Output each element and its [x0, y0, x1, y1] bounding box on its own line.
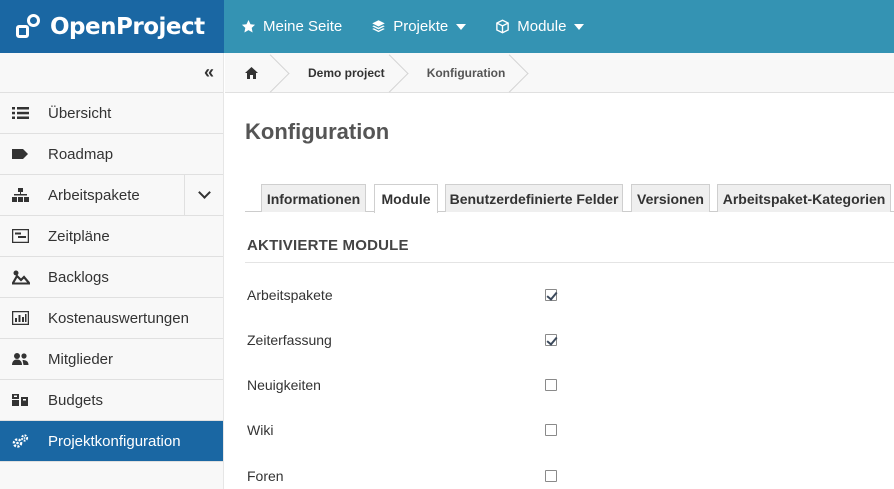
module-row: Neuigkeiten — [247, 375, 847, 395]
tab-versionen[interactable]: Versionen — [631, 184, 710, 212]
top-header: OpenProject Meine Seite Projekte Module — [0, 0, 894, 53]
module-checkbox[interactable] — [545, 289, 557, 301]
main-content: Konfiguration Informationen Module Benut… — [245, 93, 894, 484]
logo[interactable]: OpenProject — [0, 0, 224, 53]
page-title: Konfiguration — [245, 119, 390, 144]
topnav-label: Meine Seite — [263, 18, 343, 35]
timeline-icon — [0, 229, 48, 243]
breadcrumb-current: Konfiguration — [407, 53, 528, 93]
layers-icon — [370, 19, 386, 34]
breadcrumb-home[interactable] — [225, 53, 288, 93]
cube-icon — [494, 19, 510, 34]
top-nav: Meine Seite Projekte Module — [224, 0, 598, 53]
sidebar-item-zeitplaene[interactable]: Zeitpläne — [0, 216, 223, 257]
module-label: Zeiterfassung — [247, 332, 332, 348]
sidebar-item-uebersicht[interactable]: Übersicht — [0, 93, 223, 134]
topnav-label: Module — [517, 18, 567, 35]
sidebar-collapse-row: « — [0, 53, 223, 93]
openproject-logo-icon — [14, 13, 42, 41]
module-row: Foren — [247, 466, 847, 486]
gears-icon — [0, 433, 48, 449]
sidebar-item-label: Übersicht — [48, 104, 112, 122]
module-label: Foren — [247, 468, 284, 484]
sidebar-item-label: Kostenauswertungen — [48, 309, 189, 327]
sidebar: « Übersicht Roadmap Arbeitspakete Zeitpl… — [0, 53, 224, 489]
sidebar-item-arbeitspakete[interactable]: Arbeitspakete — [0, 175, 223, 216]
sidebar-item-label: Roadmap — [48, 145, 114, 163]
module-row: Zeiterfassung — [247, 330, 847, 350]
module-label: Arbeitspakete — [247, 287, 333, 303]
sidebar-item-kostenauswertungen[interactable]: Kostenauswertungen — [0, 298, 223, 339]
list-icon — [0, 106, 48, 120]
sidebar-item-label: Projektkonfiguration — [48, 432, 181, 450]
chevron-down-icon — [197, 186, 211, 199]
sidebar-item-label: Mitglieder — [48, 350, 114, 368]
sidebar-item-roadmap[interactable]: Roadmap — [0, 134, 223, 175]
topnav-label: Projekte — [393, 18, 449, 35]
module-label: Wiki — [247, 422, 274, 438]
breadcrumb: Demo project Konfiguration — [225, 53, 894, 93]
sidebar-item-mitglieder[interactable]: Mitglieder — [0, 339, 223, 380]
module-label: Neuigkeiten — [247, 377, 321, 393]
chart-icon — [0, 311, 48, 325]
hierarchy-icon — [0, 187, 48, 203]
module-checkbox[interactable] — [545, 424, 557, 436]
sidebar-item-label: Backlogs — [48, 268, 109, 286]
budget-icon — [0, 393, 48, 407]
sidebar-item-backlogs[interactable]: Backlogs — [0, 257, 223, 298]
tab-arbeitspaket-kategorien[interactable]: Arbeitspaket-Kategorien — [717, 184, 891, 212]
module-row: Wiki — [247, 420, 847, 440]
sidebar-item-label: Budgets — [48, 391, 104, 409]
tab-module[interactable]: Module — [374, 184, 438, 213]
caret-down-icon — [574, 23, 585, 30]
tab-informationen[interactable]: Informationen — [261, 184, 366, 212]
breadcrumb-project[interactable]: Demo project — [288, 53, 407, 93]
group-icon — [0, 352, 48, 366]
star-icon — [240, 19, 256, 34]
logo-text: OpenProject — [50, 13, 205, 40]
expand-arbeitspakete-button[interactable] — [184, 175, 223, 215]
backlogs-icon — [0, 270, 48, 285]
topnav-projekte[interactable]: Projekte — [356, 0, 480, 53]
tab-bar: Informationen Module Benutzerdefinierte … — [245, 184, 894, 213]
section-divider — [245, 262, 894, 263]
topnav-module[interactable]: Module — [480, 0, 598, 53]
module-checkbox[interactable] — [545, 334, 557, 346]
sidebar-item-budgets[interactable]: Budgets — [0, 380, 223, 421]
home-icon — [245, 66, 258, 79]
module-checkbox[interactable] — [545, 470, 557, 482]
sidebar-item-label: Arbeitspakete — [48, 186, 140, 204]
caret-down-icon — [456, 23, 467, 30]
module-row: Arbeitspakete — [247, 285, 847, 305]
tab-benutzerdefinierte-felder[interactable]: Benutzerdefinierte Felder — [445, 184, 623, 212]
sidebar-item-projektkonfiguration[interactable]: Projektkonfiguration — [0, 421, 223, 462]
tag-icon — [0, 148, 48, 160]
module-checkbox[interactable] — [545, 379, 557, 391]
sidebar-item-label: Zeitpläne — [48, 227, 110, 245]
topnav-meine-seite[interactable]: Meine Seite — [224, 0, 356, 53]
section-title: AKTIVIERTE MODULE — [247, 237, 409, 254]
collapse-sidebar-icon[interactable]: « — [204, 62, 214, 83]
